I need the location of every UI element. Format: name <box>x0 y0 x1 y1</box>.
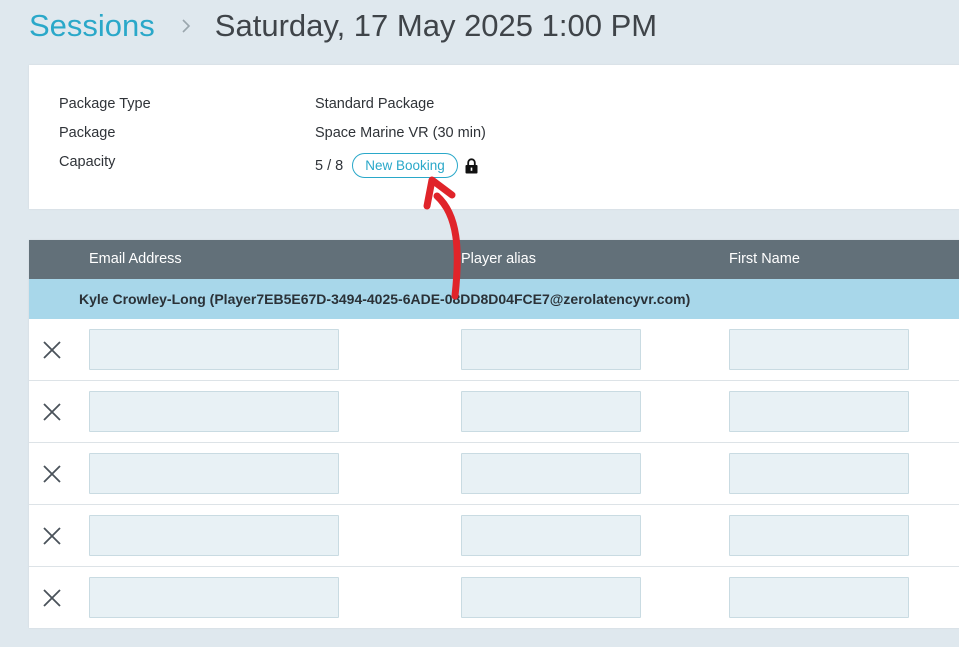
new-booking-button[interactable]: New Booking <box>352 153 458 178</box>
player-rows <box>29 319 959 628</box>
session-info-card: Package Type Standard Package Package Sp… <box>29 65 959 209</box>
close-icon[interactable] <box>42 526 62 546</box>
table-row <box>29 443 959 505</box>
email-field[interactable] <box>89 329 339 370</box>
table-row <box>29 567 959 628</box>
email-field[interactable] <box>89 391 339 432</box>
column-header-email: Email Address <box>89 251 182 267</box>
player-alias-field[interactable] <box>461 329 641 370</box>
page-title: Saturday, 17 May 2025 1:00 PM <box>214 8 658 43</box>
first-name-field[interactable] <box>729 453 909 494</box>
column-header-first-name: First Name <box>729 251 800 267</box>
player-alias-field[interactable] <box>461 391 641 432</box>
package-type-value: Standard Package <box>315 96 435 112</box>
close-icon[interactable] <box>42 402 62 422</box>
first-name-field[interactable] <box>729 515 909 556</box>
booking-owner: Kyle Crowley-Long (Player7EB5E67D-3494-4… <box>79 291 691 307</box>
player-alias-field[interactable] <box>461 577 641 618</box>
chevron-right-icon <box>175 15 197 37</box>
capacity-value-group: 5 / 8 New Booking <box>315 153 478 178</box>
table-row <box>29 505 959 567</box>
lock-icon[interactable] <box>465 157 478 174</box>
package-type-label: Package Type <box>59 96 151 112</box>
close-icon[interactable] <box>42 588 62 608</box>
players-table: Email Address Player alias First Name Ky… <box>29 240 959 628</box>
email-field[interactable] <box>89 453 339 494</box>
table-row <box>29 381 959 443</box>
table-row <box>29 319 959 381</box>
close-icon[interactable] <box>42 464 62 484</box>
booking-group-row: Kyle Crowley-Long (Player7EB5E67D-3494-4… <box>29 279 959 319</box>
player-alias-field[interactable] <box>461 453 641 494</box>
column-header-player-alias: Player alias <box>461 251 536 267</box>
first-name-field[interactable] <box>729 391 909 432</box>
table-header: Email Address Player alias First Name <box>29 240 959 279</box>
package-value: Space Marine VR (30 min) <box>315 125 486 141</box>
close-icon[interactable] <box>42 340 62 360</box>
email-field[interactable] <box>89 515 339 556</box>
breadcrumb-sessions-link[interactable]: Sessions <box>29 8 155 44</box>
capacity-label: Capacity <box>59 154 116 170</box>
player-alias-field[interactable] <box>461 515 641 556</box>
first-name-field[interactable] <box>729 329 909 370</box>
first-name-field[interactable] <box>729 577 909 618</box>
capacity-value: 5 / 8 <box>315 157 344 174</box>
breadcrumb: Sessions Saturday, 17 May 2025 1:00 PM <box>29 6 657 46</box>
email-field[interactable] <box>89 577 339 618</box>
package-label: Package <box>59 125 116 141</box>
